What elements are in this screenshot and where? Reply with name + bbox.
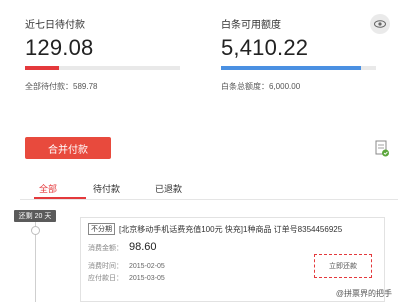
due-summary: 近七日待付款 129.08 bbox=[25, 16, 185, 61]
due-amount: 129.08 bbox=[25, 35, 94, 60]
due-progress-fill bbox=[25, 66, 60, 70]
order-due: 2015-03-05 bbox=[129, 275, 165, 282]
due-progress-bar bbox=[25, 66, 180, 70]
order-time: 2015-02-05 bbox=[129, 263, 165, 270]
days-remaining-badge: 还剩 20 天 bbox=[14, 210, 56, 222]
filter-tabs: 全部 待付款 已退款 bbox=[20, 178, 398, 200]
order-amount-label: 消费金额： bbox=[88, 245, 123, 252]
credit-progress-fill bbox=[221, 66, 361, 70]
credit-label: 白条可用额度 bbox=[221, 20, 281, 31]
watermark: @拼票界的把手 bbox=[335, 289, 392, 298]
due-total-label: 全部待付款： bbox=[25, 82, 73, 91]
order-amount-row: 消费金额： 98.60 bbox=[88, 241, 157, 253]
order-amount: 98.60 bbox=[129, 241, 157, 253]
credit-total: 白条总额度：6,000.00 bbox=[221, 81, 300, 92]
order-time-row: 消费时间： 2015-02-05 bbox=[88, 261, 165, 271]
order-header: 不分期 [北京移动手机话费充值100元 快充]1种商品 订单号835445692… bbox=[88, 223, 342, 235]
due-total: 全部待付款：589.78 bbox=[25, 81, 97, 92]
credit-total-value: 6,000.00 bbox=[269, 82, 301, 91]
due-total-value: 589.78 bbox=[73, 82, 98, 91]
due-label: 近七日待付款 bbox=[25, 20, 85, 31]
order-time-label: 消费时间： bbox=[88, 263, 123, 270]
tab-all[interactable]: 全部 bbox=[39, 182, 57, 195]
credit-total-label: 白条总额度： bbox=[221, 82, 269, 91]
tab-refunded[interactable]: 已退款 bbox=[155, 182, 182, 195]
document-icon[interactable] bbox=[374, 140, 390, 158]
credit-progress-bar bbox=[221, 66, 376, 70]
timeline-dot bbox=[31, 226, 40, 235]
pay-now-button[interactable]: 立即还款 bbox=[314, 254, 372, 278]
eye-icon[interactable] bbox=[370, 14, 390, 34]
active-tab-indicator bbox=[34, 197, 86, 199]
tab-pending[interactable]: 待付款 bbox=[93, 182, 120, 195]
credit-amount: 5,410.22 bbox=[221, 35, 309, 60]
order-title[interactable]: [北京移动手机话费充值100元 快充]1种商品 订单号8354456925 bbox=[119, 224, 342, 235]
order-due-row: 应付款日： 2015-03-05 bbox=[88, 273, 165, 283]
order-due-label: 应付款日： bbox=[88, 275, 123, 282]
installment-badge: 不分期 bbox=[88, 223, 115, 235]
merge-payment-button[interactable]: 合并付款 bbox=[25, 137, 111, 159]
credit-summary: 白条可用额度 5,410.22 bbox=[221, 16, 371, 61]
